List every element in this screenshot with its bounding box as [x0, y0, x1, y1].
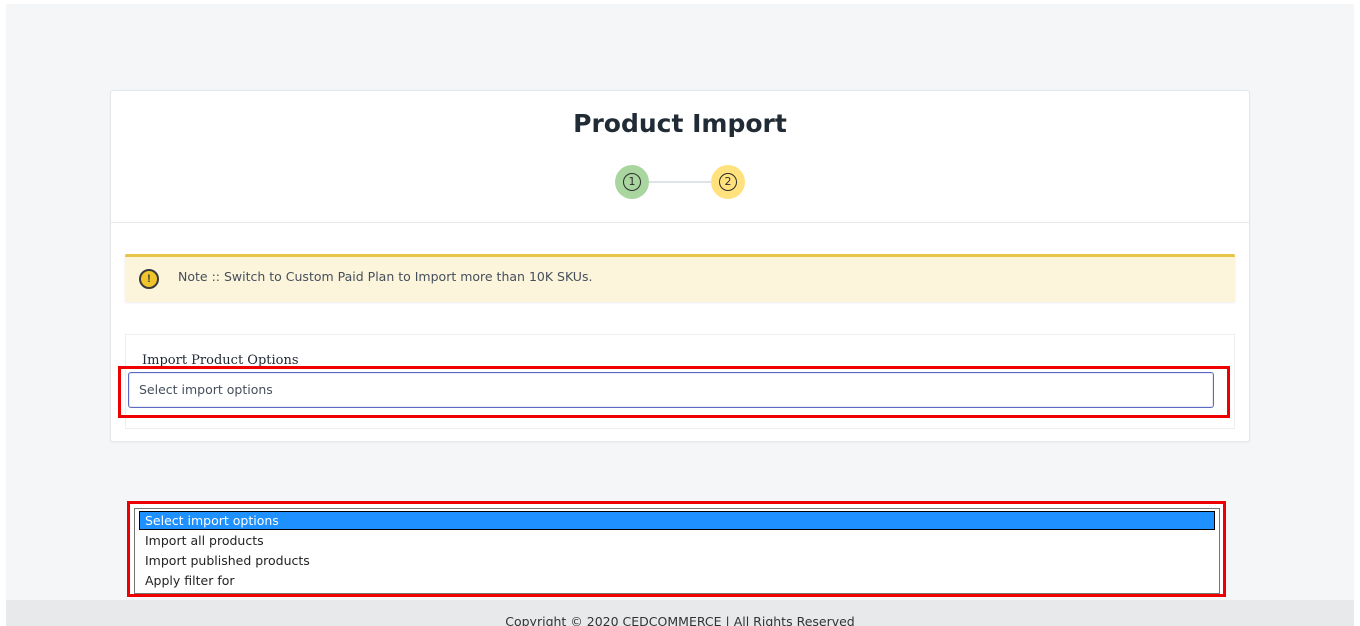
- dropdown-option-select-import-options[interactable]: Select import options: [139, 511, 1215, 530]
- warning-icon: !: [139, 269, 159, 289]
- step-2-indicator[interactable]: 2: [711, 165, 745, 199]
- step-1-number: 1: [623, 173, 641, 191]
- page-footer: Copyright © 2020 CEDCOMMERCE | All Right…: [6, 600, 1354, 626]
- page-title: Product Import: [573, 109, 787, 138]
- sku-limit-banner: ! Note :: Switch to Custom Paid Plan to …: [125, 254, 1235, 302]
- step-1-indicator[interactable]: 1: [615, 165, 649, 199]
- select-current-value: Select import options: [139, 382, 273, 397]
- dropdown-option-import-all-products[interactable]: Import all products: [139, 531, 1215, 550]
- step-connector: [649, 181, 711, 183]
- banner-text: Note :: Switch to Custom Paid Plan to Im…: [178, 269, 593, 284]
- import-stepper: 1 2: [615, 165, 747, 199]
- copyright-text: Copyright © 2020 CEDCOMMERCE | All Right…: [505, 614, 855, 626]
- step-2-number: 2: [719, 173, 737, 191]
- import-options-dropdown[interactable]: Select import options Import all product…: [134, 508, 1220, 594]
- dropdown-option-import-published-products[interactable]: Import published products: [139, 551, 1215, 570]
- card-header: Product Import 1 2: [111, 91, 1249, 223]
- import-options-select[interactable]: Select import options: [128, 372, 1214, 408]
- dropdown-option-apply-filter[interactable]: Apply filter for: [139, 571, 1215, 590]
